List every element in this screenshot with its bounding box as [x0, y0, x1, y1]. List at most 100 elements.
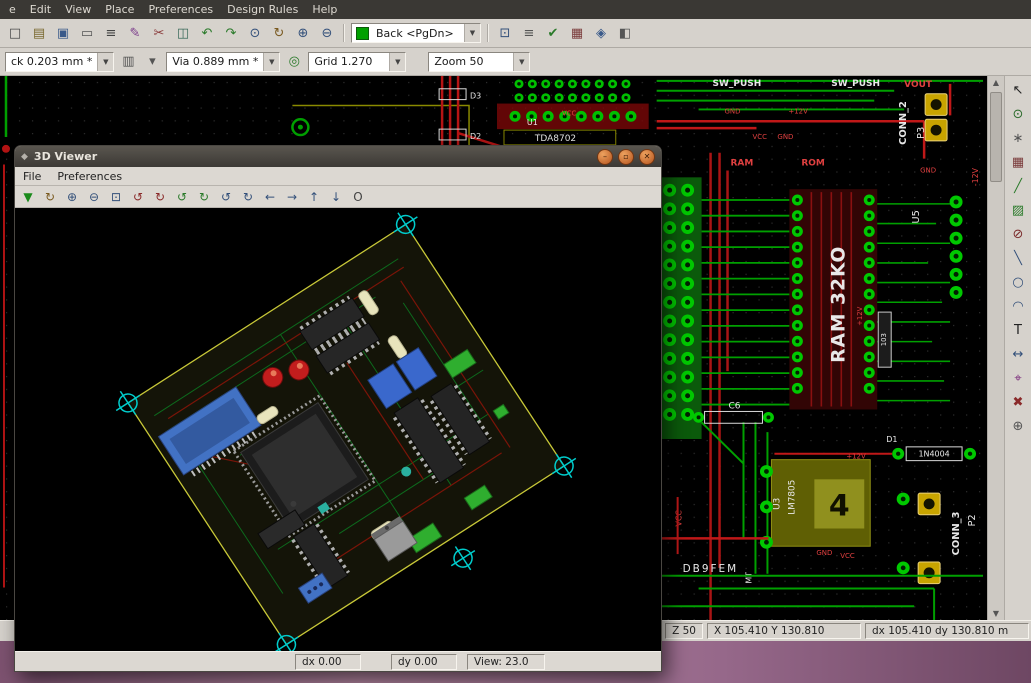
- add-text-icon[interactable]: T: [1007, 319, 1029, 341]
- menu-view[interactable]: View: [58, 1, 98, 18]
- new-board-icon[interactable]: □: [4, 22, 26, 44]
- zoom-out-icon[interactable]: ⊖: [84, 187, 104, 207]
- drill-origin-icon[interactable]: ⊕: [1007, 415, 1029, 437]
- board-3d-drawing: [15, 208, 661, 651]
- track-width-combo[interactable]: ck 0.203 mm * ▼: [5, 52, 114, 72]
- menu-design-rules[interactable]: Design Rules: [220, 1, 305, 18]
- pcb-label-d3: D3: [470, 92, 481, 101]
- vertical-scrollbar[interactable]: ▲ ▼: [987, 76, 1004, 620]
- copy-icon[interactable]: ◫: [172, 22, 194, 44]
- grid-combo[interactable]: Grid 1.270 ▼: [308, 52, 406, 72]
- menu-help[interactable]: Help: [305, 1, 344, 18]
- add-track-icon[interactable]: ╱: [1007, 175, 1029, 197]
- settings-toolbar: ck 0.203 mm * ▼ ▥▾ Via 0.889 mm * ▼ ◎ Gr…: [0, 48, 1031, 76]
- drc-check-icon[interactable]: ✔: [542, 22, 564, 44]
- pcb-label-u1: U1: [527, 118, 538, 127]
- add-keepout-icon[interactable]: ⊘: [1007, 223, 1029, 245]
- rotate-z-neg-icon[interactable]: ↺: [216, 187, 236, 207]
- menu-3d-file[interactable]: File: [15, 169, 49, 184]
- menu-preferences[interactable]: Preferences: [141, 1, 220, 18]
- pcb-label-gnd: GND: [920, 166, 936, 174]
- minimize-button[interactable]: –: [597, 149, 613, 165]
- refresh-icon[interactable]: ↻: [268, 22, 290, 44]
- layer-manager-icon[interactable]: ▦: [566, 22, 588, 44]
- main-toolbar-left-group: □▤▣▭≡✎✂◫↶↷⊙↻⊕⊖: [3, 22, 339, 44]
- pcb-label-conn3: CONN_3: [951, 511, 962, 555]
- zoom-fit-icon[interactable]: ⊡: [106, 187, 126, 207]
- zoom-fit-icon[interactable]: ⊡: [494, 22, 516, 44]
- viewer3d-toolbar: ▼↻⊕⊖⊡↺↻↺↻↺↻←→↑↓O: [15, 186, 661, 208]
- add-line-icon[interactable]: ╲: [1007, 247, 1029, 269]
- menu-place[interactable]: Place: [98, 1, 141, 18]
- reload-board-icon[interactable]: ▼: [18, 187, 38, 207]
- open-board-icon[interactable]: ▤: [28, 22, 50, 44]
- auto-via-size-icon[interactable]: ◎: [283, 51, 305, 73]
- zoom-in-icon[interactable]: ⊕: [292, 22, 314, 44]
- layer-selector-dropdown-icon[interactable]: ▼: [464, 24, 480, 42]
- track-width-menu-icon[interactable]: ▾: [141, 51, 163, 73]
- viewer3d-titlebar[interactable]: ◆ 3D Viewer – ▫ ✕: [15, 146, 661, 167]
- rotate-z-pos-icon[interactable]: ↻: [238, 187, 258, 207]
- pcb-label-gnd: GND: [725, 107, 741, 115]
- move-left-icon[interactable]: ←: [260, 187, 280, 207]
- redo-icon[interactable]: ↷: [220, 22, 242, 44]
- grid-dropdown-icon[interactable]: ▼: [389, 53, 405, 71]
- viewer-3d-icon[interactable]: ◈: [590, 22, 612, 44]
- footprint-editor-icon[interactable]: ◧: [614, 22, 636, 44]
- add-dimension-icon[interactable]: ↔: [1007, 343, 1029, 365]
- via-size-combo[interactable]: Via 0.889 mm * ▼: [166, 52, 280, 72]
- pcb-label-1n4004: 1N4004: [918, 450, 949, 459]
- zoom-combo[interactable]: Zoom 50 ▼: [428, 52, 530, 72]
- rotate-y-pos-icon[interactable]: ↻: [194, 187, 214, 207]
- ortho-view-icon[interactable]: O: [348, 187, 368, 207]
- status-delta: dx 105.410 dy 130.810 m: [865, 623, 1029, 639]
- add-circle-icon[interactable]: ○: [1007, 271, 1029, 293]
- add-zone-icon[interactable]: ▨: [1007, 199, 1029, 221]
- move-right-icon[interactable]: →: [282, 187, 302, 207]
- viewer3d-canvas[interactable]: [15, 208, 661, 651]
- rotate-x-pos-icon[interactable]: ↻: [150, 187, 170, 207]
- auto-track-width-icon[interactable]: ▥: [117, 51, 139, 73]
- move-up-icon[interactable]: ↑: [304, 187, 324, 207]
- page-settings-icon[interactable]: ▭: [76, 22, 98, 44]
- scroll-up-icon[interactable]: ▲: [988, 78, 1004, 87]
- menu-3d-preferences[interactable]: Preferences: [49, 169, 130, 184]
- scroll-down-icon[interactable]: ▼: [988, 609, 1004, 618]
- highlight-net-icon[interactable]: ⊙: [1007, 103, 1029, 125]
- rotate-x-neg-icon[interactable]: ↺: [128, 187, 148, 207]
- via-size-dropdown-icon[interactable]: ▼: [263, 53, 279, 71]
- pcb-label-c6: C6: [729, 402, 741, 412]
- menu-edit[interactable]: Edit: [23, 1, 58, 18]
- scrollbar-thumb[interactable]: [990, 92, 1002, 182]
- rotate-y-neg-icon[interactable]: ↺: [172, 187, 192, 207]
- status-dx: dx 0.00: [295, 654, 361, 670]
- undo-icon[interactable]: ↶: [196, 22, 218, 44]
- main-toolbar-right-group: ⊡≡✔▦◈◧: [493, 22, 637, 44]
- cursor-icon[interactable]: ↖: [1007, 79, 1029, 101]
- delete-item-icon[interactable]: ✖: [1007, 391, 1029, 413]
- track-width-dropdown-icon[interactable]: ▼: [97, 53, 113, 71]
- find-icon[interactable]: ⊙: [244, 22, 266, 44]
- add-target-icon[interactable]: ⌖: [1007, 367, 1029, 389]
- add-arc-icon[interactable]: ◠: [1007, 295, 1029, 317]
- pcb-label-rom: ROM: [801, 159, 825, 169]
- menu-file-partial[interactable]: e: [2, 1, 23, 18]
- zoom-redraw-icon[interactable]: ↻: [40, 187, 60, 207]
- main-toolbar: □▤▣▭≡✎✂◫↶↷⊙↻⊕⊖ Back <PgDn> ▼ ⊡≡✔▦◈◧: [0, 19, 1031, 48]
- pcb-label-ram: RAM: [731, 159, 754, 169]
- zoom-out-icon[interactable]: ⊖: [316, 22, 338, 44]
- add-footprint-icon[interactable]: ▦: [1007, 151, 1029, 173]
- viewer3d-statusbar: dx 0.00 dy 0.00 View: 23.0: [15, 651, 661, 671]
- plot-icon[interactable]: ✎: [124, 22, 146, 44]
- print-icon[interactable]: ≡: [100, 22, 122, 44]
- close-button[interactable]: ✕: [639, 149, 655, 165]
- netlist-icon[interactable]: ≡: [518, 22, 540, 44]
- ratsnest-icon[interactable]: ∗: [1007, 127, 1029, 149]
- cut-icon[interactable]: ✂: [148, 22, 170, 44]
- zoom-dropdown-icon[interactable]: ▼: [513, 53, 529, 71]
- maximize-button[interactable]: ▫: [618, 149, 634, 165]
- layer-selector[interactable]: Back <PgDn> ▼: [351, 23, 481, 43]
- move-down-icon[interactable]: ↓: [326, 187, 346, 207]
- zoom-in-icon[interactable]: ⊕: [62, 187, 82, 207]
- save-board-icon[interactable]: ▣: [52, 22, 74, 44]
